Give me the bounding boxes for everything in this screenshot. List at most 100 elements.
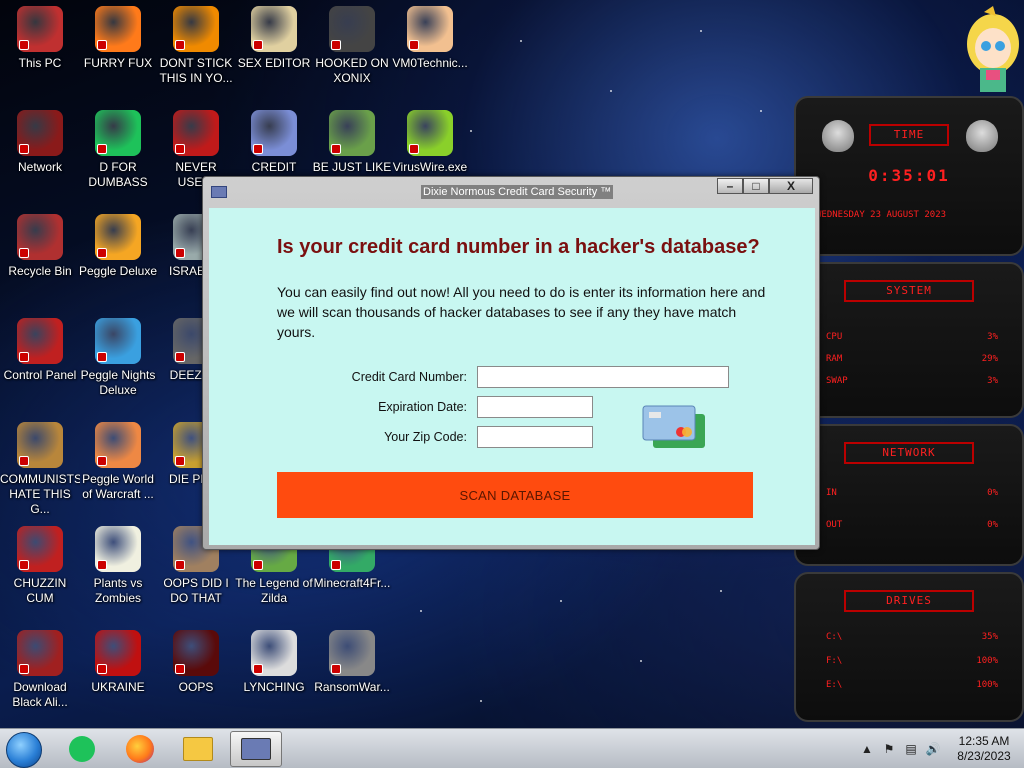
desktop-shortcut-label: VirusWire.exe <box>392 160 468 174</box>
shortcut-arrow-icon <box>175 560 185 570</box>
desktop-shortcut[interactable]: Plants vs Zombies <box>78 526 158 606</box>
desktop-shortcut-label: Peggle Nights Deluxe <box>80 368 156 397</box>
limewire-icon <box>407 110 453 156</box>
minimize-button[interactable]: – <box>717 178 743 194</box>
desktop-shortcut-label: CHUZZIN CUM <box>13 576 67 605</box>
hxd-editor-icon <box>251 6 297 52</box>
desktop-shortcut[interactable]: VM0Technic... <box>390 6 470 71</box>
zip-code-input[interactable] <box>477 426 593 448</box>
shortcut-arrow-icon <box>97 248 107 258</box>
desktop-shortcut[interactable]: OOPS <box>156 630 236 695</box>
ram-label: RAM <box>826 354 843 364</box>
desktop-shortcut-label: D FOR DUMBASS <box>88 160 148 189</box>
shortcut-arrow-icon <box>331 560 341 570</box>
shortcut-arrow-icon <box>175 664 185 674</box>
desktop-shortcut[interactable]: VirusWire.exe <box>390 110 470 175</box>
date-readout: WEDNESDAY 23 AUGUST 2023 <box>816 210 947 220</box>
window-controls: – □ X <box>717 178 813 194</box>
taskbar-chat-app[interactable] <box>56 731 108 767</box>
chuzzle-icon <box>17 526 63 572</box>
shortcut-arrow-icon <box>253 560 263 570</box>
green-chat-icon <box>69 736 95 762</box>
time-readout: 0:35:01 <box>868 166 950 185</box>
window-content: Is your credit card number in a hacker's… <box>209 208 815 545</box>
desktop-shortcut[interactable]: Control Panel <box>0 318 80 383</box>
doctor-icon <box>407 6 453 52</box>
volume-icon[interactable]: 🔊 <box>925 741 941 757</box>
desktop-shortcut[interactable]: HOOKED ON XONIX <box>312 6 392 86</box>
card-number-input[interactable] <box>477 366 729 388</box>
credit-card-icon <box>251 110 297 156</box>
swap-row: SWAP 3% <box>796 376 1022 386</box>
shortcut-arrow-icon <box>19 144 29 154</box>
desktop-shortcut[interactable]: DONT STICK THIS IN YO... <box>156 6 236 86</box>
shortcut-arrow-icon <box>253 144 263 154</box>
expiration-date-label: Expiration Date: <box>378 400 467 414</box>
shortcut-arrow-icon <box>331 144 341 154</box>
desktop-shortcut-label: HOOKED ON XONIX <box>315 56 389 85</box>
taskbar-credit-card-checker[interactable] <box>230 731 282 767</box>
cpu-label: CPU <box>826 332 843 342</box>
start-button[interactable] <box>6 732 42 768</box>
desktop-shortcut[interactable]: SEX EDITOR <box>234 6 314 71</box>
desktop-shortcut[interactable]: Recycle Bin <box>0 214 80 279</box>
desktop-shortcut[interactable]: Peggle Deluxe <box>78 214 158 279</box>
desktop-shortcut[interactable]: Network <box>0 110 80 175</box>
desktop-shortcut-label: DONT STICK THIS IN YO... <box>159 56 233 85</box>
scan-database-button[interactable]: SCAN DATABASE <box>277 472 753 518</box>
swap-label: SWAP <box>826 376 848 386</box>
desktop-shortcut[interactable]: CHUZZIN CUM <box>0 526 80 606</box>
action-center-flag-icon[interactable]: ⚑ <box>881 741 897 757</box>
drive-row: F:\ 100% <box>796 656 1022 666</box>
peggle-nights-icon <box>95 318 141 364</box>
close-button[interactable]: X <box>769 178 813 194</box>
desktop-shortcut[interactable]: This PC <box>0 6 80 71</box>
shortcut-arrow-icon <box>175 352 185 362</box>
network-icon[interactable]: ▤ <box>903 741 919 757</box>
firefox-icon <box>126 735 154 763</box>
desktop-shortcut[interactable]: RansomWar... <box>312 630 392 695</box>
money-bag-icon <box>17 422 63 468</box>
peggle-wow-icon <box>95 422 141 468</box>
network-title: NETWORK <box>844 442 974 464</box>
desktop-shortcut[interactable]: D FOR DUMBASS <box>78 110 158 190</box>
network-in-label: IN <box>826 488 837 498</box>
gnome-santa-icon <box>329 110 375 156</box>
shortcut-arrow-icon <box>97 456 107 466</box>
shortcut-arrow-icon <box>97 560 107 570</box>
window-titlebar[interactable]: Dixie Normous Credit Card Security ™ – □… <box>203 177 819 207</box>
taskbar-clock[interactable]: 12:35 AM 8/23/2023 <box>944 734 1024 764</box>
time-panel: TIME 0:35:01 WEDNESDAY 23 AUGUST 2023 <box>794 96 1024 256</box>
clock-date: 8/23/2023 <box>957 749 1011 763</box>
desktop-shortcut[interactable]: Peggle Nights Deluxe <box>78 318 158 398</box>
drive-value: 100% <box>976 680 998 690</box>
cpu-value: 3% <box>987 332 998 342</box>
desktop-shortcut[interactable]: FURRY FUX <box>78 6 158 71</box>
desktop-shortcut[interactable]: Peggle World of Warcraft ... <box>78 422 158 502</box>
network-panel: NETWORK IN 0% OUT 0% <box>794 424 1024 566</box>
desktop-shortcut[interactable]: Download Black Ali... <box>0 630 80 710</box>
green-chat-icon <box>95 110 141 156</box>
desktop-shortcut[interactable]: UKRAINE <box>78 630 158 695</box>
expiration-date-input[interactable] <box>477 396 593 418</box>
taskbar: ▲ ⚑ ▤ 🔊 12:35 AM 8/23/2023 <box>0 728 1024 768</box>
desktop-shortcut[interactable]: LYNCHING <box>234 630 314 695</box>
shortcut-arrow-icon <box>253 40 263 50</box>
drives-list: C:\ 35% F:\ 100% E:\ 100% <box>796 632 1022 690</box>
shortcut-arrow-icon <box>331 664 341 674</box>
taskbar-firefox[interactable] <box>114 731 166 767</box>
peggle-icon <box>95 214 141 260</box>
desktop-shortcut-label: The Legend of Zilda <box>235 576 313 605</box>
shortcut-arrow-icon <box>175 40 185 50</box>
desktop-shortcut-label: SEX EDITOR <box>237 56 311 70</box>
shortcut-arrow-icon <box>19 664 29 674</box>
drives-title: DRIVES <box>844 590 974 612</box>
show-hidden-icons-icon[interactable]: ▲ <box>859 741 875 757</box>
computer-icon <box>17 6 63 52</box>
taskbar-file-explorer[interactable] <box>172 731 224 767</box>
maximize-button[interactable]: □ <box>743 178 769 194</box>
shortcut-arrow-icon <box>97 664 107 674</box>
desktop-shortcut[interactable]: COMMUNISTS HATE THIS G... <box>0 422 80 517</box>
drive-row: C:\ 35% <box>796 632 1022 642</box>
plants-vs-zombies-icon <box>95 526 141 572</box>
